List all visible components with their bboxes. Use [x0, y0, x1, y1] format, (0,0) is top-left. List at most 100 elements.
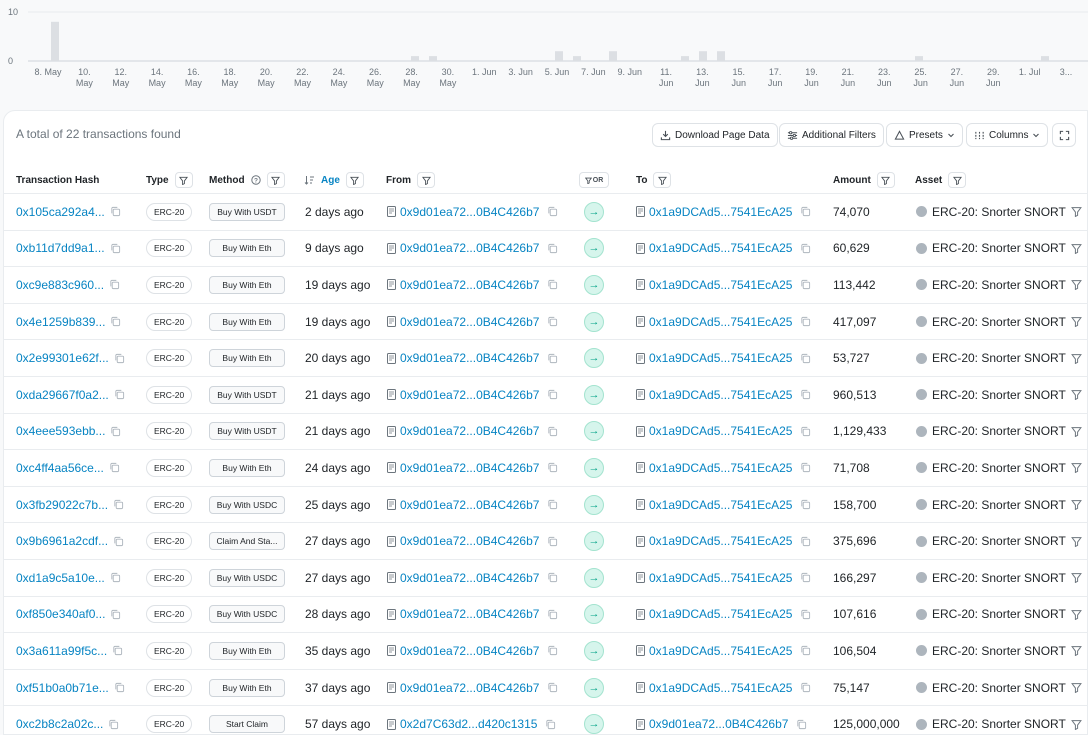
filter-icon[interactable] [417, 172, 435, 188]
copy-icon[interactable] [110, 572, 121, 583]
from-address-link[interactable]: 0x9d01ea72...0B4C426b7 [400, 278, 539, 292]
copy-icon[interactable] [547, 353, 558, 364]
additional-filters-button[interactable]: Additional Filters [779, 123, 884, 147]
copy-icon[interactable] [114, 389, 125, 400]
copy-icon[interactable] [800, 353, 811, 364]
from-address-link[interactable]: 0x9d01ea72...0B4C426b7 [400, 681, 539, 695]
copy-icon[interactable] [112, 645, 123, 656]
transaction-hash-link[interactable]: 0x4e1259b839... [16, 315, 105, 329]
asset-text[interactable]: ERC-20: Snorter SNORT [932, 571, 1066, 585]
asset-text[interactable]: ERC-20: Snorter SNORT [932, 607, 1066, 621]
to-address-link[interactable]: 0x1a9DCAd5...7541EcA25 [649, 351, 792, 365]
asset-text[interactable]: ERC-20: Snorter SNORT [932, 351, 1066, 365]
filter-icon[interactable] [1070, 719, 1082, 730]
to-address-link[interactable]: 0x9d01ea72...0B4C426b7 [649, 717, 788, 731]
filter-icon[interactable] [345, 172, 364, 188]
histogram-bar[interactable] [681, 56, 689, 61]
to-address-link[interactable]: 0x1a9DCAd5...7541EcA25 [649, 534, 792, 548]
filter-icon[interactable] [174, 172, 193, 188]
transaction-hash-link[interactable]: 0x2e99301e62f... [16, 351, 109, 365]
from-address-link[interactable]: 0x9d01ea72...0B4C426b7 [400, 644, 539, 658]
to-address-link[interactable]: 0x1a9DCAd5...7541EcA25 [649, 461, 792, 475]
asset-text[interactable]: ERC-20: Snorter SNORT [932, 315, 1066, 329]
copy-icon[interactable] [800, 609, 811, 620]
columns-dropdown[interactable]: Columns [966, 123, 1049, 147]
copy-icon[interactable] [800, 462, 811, 473]
to-address-link[interactable]: 0x1a9DCAd5...7541EcA25 [649, 571, 792, 585]
from-address-link[interactable]: 0x2d7C63d2...d420c1315 [400, 717, 537, 731]
from-address-link[interactable]: 0x9d01ea72...0B4C426b7 [400, 571, 539, 585]
transaction-hash-link[interactable]: 0x3fb29022c7b... [16, 498, 108, 512]
from-address-link[interactable]: 0x9d01ea72...0B4C426b7 [400, 461, 539, 475]
from-address-link[interactable]: 0x9d01ea72...0B4C426b7 [400, 534, 539, 548]
from-address-link[interactable]: 0x9d01ea72...0B4C426b7 [400, 241, 539, 255]
to-address-link[interactable]: 0x1a9DCAd5...7541EcA25 [649, 681, 792, 695]
transaction-hash-link[interactable]: 0x105ca292a4... [16, 205, 105, 219]
copy-icon[interactable] [800, 206, 811, 217]
copy-icon[interactable] [547, 609, 558, 620]
copy-icon[interactable] [547, 645, 558, 656]
copy-icon[interactable] [547, 316, 558, 327]
copy-icon[interactable] [547, 389, 558, 400]
from-address-link[interactable]: 0x9d01ea72...0B4C426b7 [400, 205, 539, 219]
filter-icon[interactable] [1070, 462, 1082, 474]
copy-icon[interactable] [800, 389, 811, 400]
copy-icon[interactable] [114, 682, 125, 693]
histogram-bar[interactable] [699, 51, 707, 61]
asset-text[interactable]: ERC-20: Snorter SNORT [932, 278, 1066, 292]
transaction-hash-link[interactable]: 0x4eee593ebb... [16, 424, 105, 438]
filter-icon[interactable] [1070, 536, 1082, 547]
copy-icon[interactable] [800, 499, 811, 510]
copy-icon[interactable] [547, 682, 558, 693]
filter-icon[interactable] [1070, 499, 1082, 511]
filter-icon[interactable] [1070, 243, 1082, 254]
expand-button[interactable] [1052, 123, 1076, 147]
transaction-hash-link[interactable]: 0xda29667f0a2... [16, 388, 109, 402]
copy-icon[interactable] [113, 536, 124, 547]
to-address-link[interactable]: 0x1a9DCAd5...7541EcA25 [649, 315, 792, 329]
asset-text[interactable]: ERC-20: Snorter SNORT [932, 388, 1066, 402]
copy-icon[interactable] [800, 682, 811, 693]
copy-icon[interactable] [110, 609, 121, 620]
histogram-bar[interactable] [411, 56, 419, 61]
histogram-bar[interactable] [915, 56, 923, 61]
copy-icon[interactable] [110, 243, 121, 254]
to-address-link[interactable]: 0x1a9DCAd5...7541EcA25 [649, 607, 792, 621]
transaction-hash-link[interactable]: 0xf51b0a0b71e... [16, 681, 109, 695]
from-address-link[interactable]: 0x9d01ea72...0B4C426b7 [400, 607, 539, 621]
transaction-hash-link[interactable]: 0xc4ff4aa56ce... [16, 461, 104, 475]
histogram-bar[interactable] [555, 51, 563, 61]
filter-icon[interactable] [1070, 609, 1082, 620]
to-address-link[interactable]: 0x1a9DCAd5...7541EcA25 [649, 498, 792, 512]
histogram-bar[interactable] [51, 21, 59, 61]
filter-icon[interactable] [948, 172, 967, 188]
filter-icon[interactable] [653, 172, 672, 188]
copy-icon[interactable] [547, 499, 558, 510]
histogram-bar[interactable] [609, 51, 617, 61]
asset-text[interactable]: ERC-20: Snorter SNORT [932, 461, 1066, 475]
transaction-hash-link[interactable]: 0xf850e340af0... [16, 607, 105, 621]
copy-icon[interactable] [545, 719, 556, 730]
from-address-link[interactable]: 0x9d01ea72...0B4C426b7 [400, 351, 539, 365]
copy-icon[interactable] [113, 499, 124, 510]
histogram-bar[interactable] [717, 51, 725, 61]
filter-icon[interactable] [1070, 572, 1082, 584]
filter-icon[interactable] [1070, 426, 1082, 437]
asset-text[interactable]: ERC-20: Snorter SNORT [932, 205, 1066, 219]
filter-icon[interactable] [1070, 389, 1082, 401]
histogram-bar[interactable] [1041, 56, 1049, 61]
asset-text[interactable]: ERC-20: Snorter SNORT [932, 498, 1066, 512]
histogram-bar[interactable] [573, 56, 581, 61]
copy-icon[interactable] [800, 243, 811, 254]
copy-icon[interactable] [547, 279, 558, 290]
copy-icon[interactable] [108, 719, 119, 730]
filter-icon[interactable] [266, 172, 285, 188]
copy-icon[interactable] [547, 536, 558, 547]
transaction-hash-link[interactable]: 0xb11d7dd9a1... [16, 241, 105, 255]
copy-icon[interactable] [800, 279, 811, 290]
filter-icon[interactable] [1070, 316, 1082, 328]
transaction-hash-link[interactable]: 0xd1a9c5a10e... [16, 571, 105, 585]
copy-icon[interactable] [110, 316, 121, 327]
from-address-link[interactable]: 0x9d01ea72...0B4C426b7 [400, 498, 539, 512]
asset-text[interactable]: ERC-20: Snorter SNORT [932, 681, 1066, 695]
